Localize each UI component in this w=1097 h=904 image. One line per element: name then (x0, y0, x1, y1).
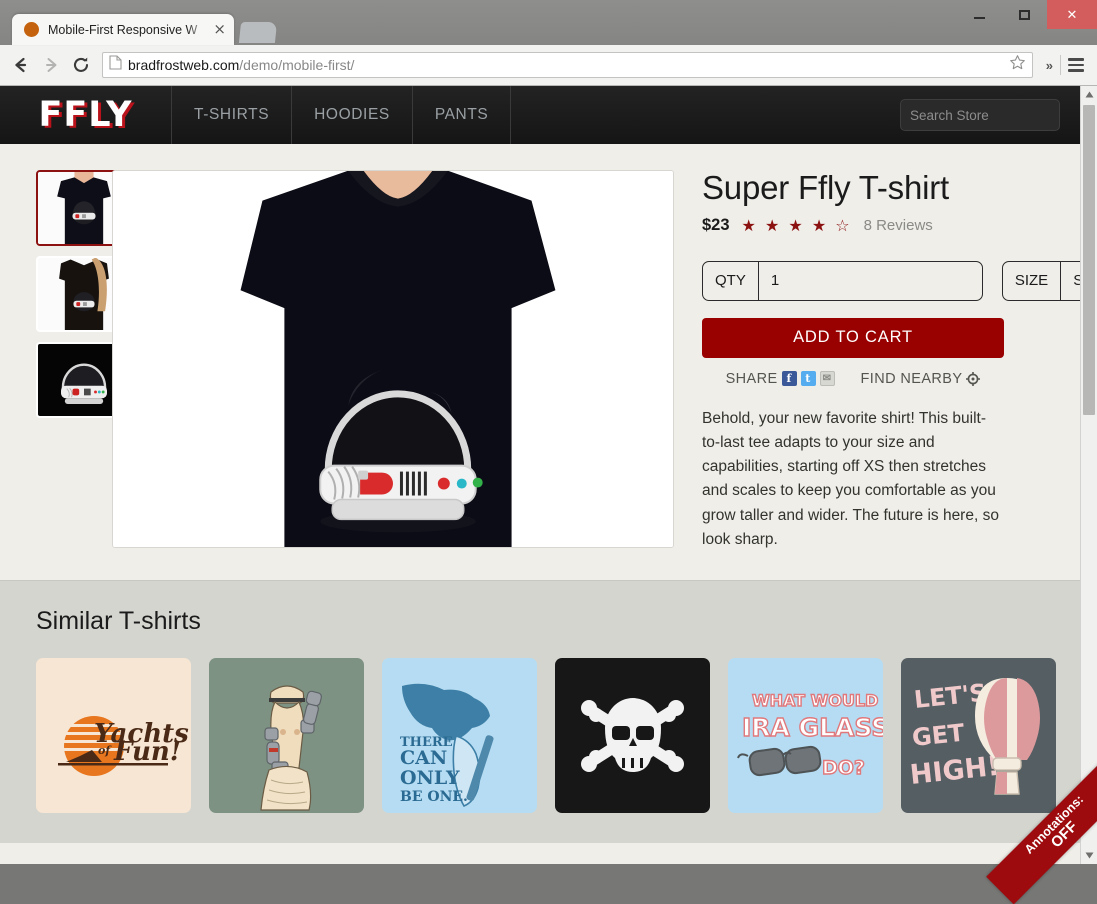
similar-products-section: Similar T-shirts Yachts of (0, 580, 1080, 843)
quantity-input[interactable] (759, 262, 982, 300)
similar-item-lets-get-high[interactable]: LET'S GET HIGH! (901, 658, 1056, 813)
size-control[interactable]: SIZE S (1002, 261, 1080, 301)
find-nearby-label: FIND NEARBY (861, 371, 963, 387)
browser-window: Mobile-First Responsive W × ✕ bradfrostw… (0, 0, 1097, 864)
similar-item-there-can-only-be-one[interactable]: THERE CAN ONLY BE ONE. (382, 658, 537, 813)
url-domain: bradfrostweb.com (128, 57, 239, 73)
add-to-cart-button[interactable]: ADD TO CART (702, 318, 1004, 358)
site-logo[interactable]: FFLY (0, 86, 172, 144)
yachts-of-fun-artwork: Yachts of Fun! (36, 658, 191, 813)
window-controls: ✕ (957, 0, 1097, 29)
svg-text:IRA GLASS: IRA GLASS (742, 713, 883, 742)
site-header: FFLY T-SHIRTS HOODIES PANTS (0, 86, 1080, 144)
product-section: Super Ffly T-shirt $23 ★ ★ ★ ★ ☆ 8 Revie… (0, 144, 1080, 580)
svg-text:HIGH!: HIGH! (908, 751, 1000, 791)
size-label: SIZE (1003, 262, 1061, 300)
product-main-image[interactable] (112, 170, 674, 548)
product-description: Behold, your new favorite shirt! This bu… (702, 407, 1004, 552)
address-bar[interactable]: bradfrostweb.com/demo/mobile-first/ (102, 52, 1033, 78)
similar-heading: Similar T-shirts (36, 607, 1080, 636)
tab-close-icon[interactable]: × (213, 22, 226, 37)
maximize-button[interactable] (1002, 0, 1047, 29)
find-nearby-group[interactable]: FIND NEARBY (861, 371, 981, 387)
scrollbar-thumb[interactable] (1083, 105, 1095, 415)
tab-strip: Mobile-First Responsive W × (12, 14, 276, 45)
location-target-icon (966, 372, 980, 386)
svg-text:ONLY: ONLY (400, 767, 460, 789)
similar-item-venus-robot-arms[interactable] (209, 658, 364, 813)
browser-viewport: FFLY T-SHIRTS HOODIES PANTS (0, 86, 1097, 864)
what-would-ira-glass-do-artwork: WHAT WOULD IRA GLASS DO? (728, 658, 883, 813)
share-group[interactable]: SHARE f t ✉ (726, 371, 835, 387)
search-area (900, 86, 1080, 144)
tab-title: Mobile-First Responsive W (48, 23, 209, 37)
similar-item-skull-and-crossbones[interactable] (555, 658, 710, 813)
search-input[interactable] (910, 108, 1080, 123)
product-price: $23 (702, 216, 730, 235)
nav-spacer (511, 86, 900, 144)
scrollbar-track[interactable] (1081, 103, 1097, 847)
facebook-icon[interactable]: f (782, 371, 797, 386)
purchase-controls: QTY SIZE S (702, 261, 1080, 301)
similar-item-yachts-of-fun[interactable]: Yachts of Fun! (36, 658, 191, 813)
title-bar: Mobile-First Responsive W × ✕ (0, 0, 1097, 45)
new-tab-button[interactable] (239, 22, 277, 43)
price-rating-row: $23 ★ ★ ★ ★ ☆ 8 Reviews (702, 216, 1080, 235)
page-icon (109, 55, 122, 75)
star-rating-icon: ★ ★ ★ ★ ☆ (742, 216, 852, 235)
svg-text:Fun!: Fun! (113, 737, 181, 767)
close-button[interactable]: ✕ (1047, 0, 1097, 29)
browser-toolbar: bradfrostweb.com/demo/mobile-first/ » (0, 45, 1097, 86)
nav-item-pants[interactable]: PANTS (413, 86, 512, 144)
minimize-button[interactable] (957, 0, 1002, 29)
nav-item-hoodies[interactable]: HOODIES (292, 86, 413, 144)
venus-robot-arms-artwork (209, 658, 364, 813)
lets-get-high-artwork: LET'S GET HIGH! (901, 658, 1056, 813)
url-path: /demo/mobile-first/ (239, 57, 354, 73)
product-thumbnail-list (0, 170, 120, 552)
quantity-control[interactable]: QTY (702, 261, 983, 301)
browser-tab[interactable]: Mobile-First Responsive W × (12, 14, 234, 45)
reload-button[interactable] (66, 50, 96, 80)
scroll-up-arrow[interactable] (1081, 86, 1097, 103)
back-button[interactable] (6, 50, 36, 80)
twitter-icon[interactable]: t (801, 371, 816, 386)
url-text: bradfrostweb.com/demo/mobile-first/ (128, 57, 1003, 73)
product-title: Super Ffly T-shirt (702, 170, 1080, 207)
svg-text:WHAT WOULD: WHAT WOULD (752, 691, 878, 710)
svg-text:BE ONE.: BE ONE. (400, 789, 468, 805)
svg-text:CAN: CAN (400, 747, 447, 769)
search-box[interactable] (900, 99, 1060, 131)
similar-item-what-would-ira-glass-do[interactable]: WHAT WOULD IRA GLASS DO? (728, 658, 883, 813)
share-label: SHARE (726, 371, 778, 387)
favicon (24, 22, 39, 37)
there-can-only-be-one-artwork: THERE CAN ONLY BE ONE. (382, 658, 537, 813)
web-page: FFLY T-SHIRTS HOODIES PANTS (0, 86, 1080, 864)
page-scrollbar[interactable] (1080, 86, 1097, 864)
bookmark-star-icon[interactable] (1003, 54, 1026, 76)
forward-button[interactable] (36, 50, 66, 80)
size-select[interactable]: S (1061, 262, 1080, 300)
nav-item-t-shirts[interactable]: T-SHIRTS (172, 86, 292, 144)
svg-text:DO?: DO? (822, 757, 865, 779)
quantity-label: QTY (703, 262, 759, 300)
scroll-down-arrow[interactable] (1081, 847, 1097, 864)
size-selected-value: S (1073, 272, 1080, 289)
toolbar-overflow-chevron[interactable]: » (1039, 58, 1060, 73)
svg-text:GET: GET (911, 719, 967, 752)
product-info: Super Ffly T-shirt $23 ★ ★ ★ ★ ☆ 8 Revie… (674, 170, 1080, 552)
similar-products-row: Yachts of Fun! (36, 658, 1080, 813)
share-row: SHARE f t ✉ FIND NEARBY (702, 371, 1004, 387)
review-count[interactable]: 8 Reviews (864, 217, 933, 234)
skull-and-crossbones-artwork (555, 658, 710, 813)
menu-icon[interactable] (1061, 50, 1091, 80)
email-icon[interactable]: ✉ (820, 371, 835, 386)
